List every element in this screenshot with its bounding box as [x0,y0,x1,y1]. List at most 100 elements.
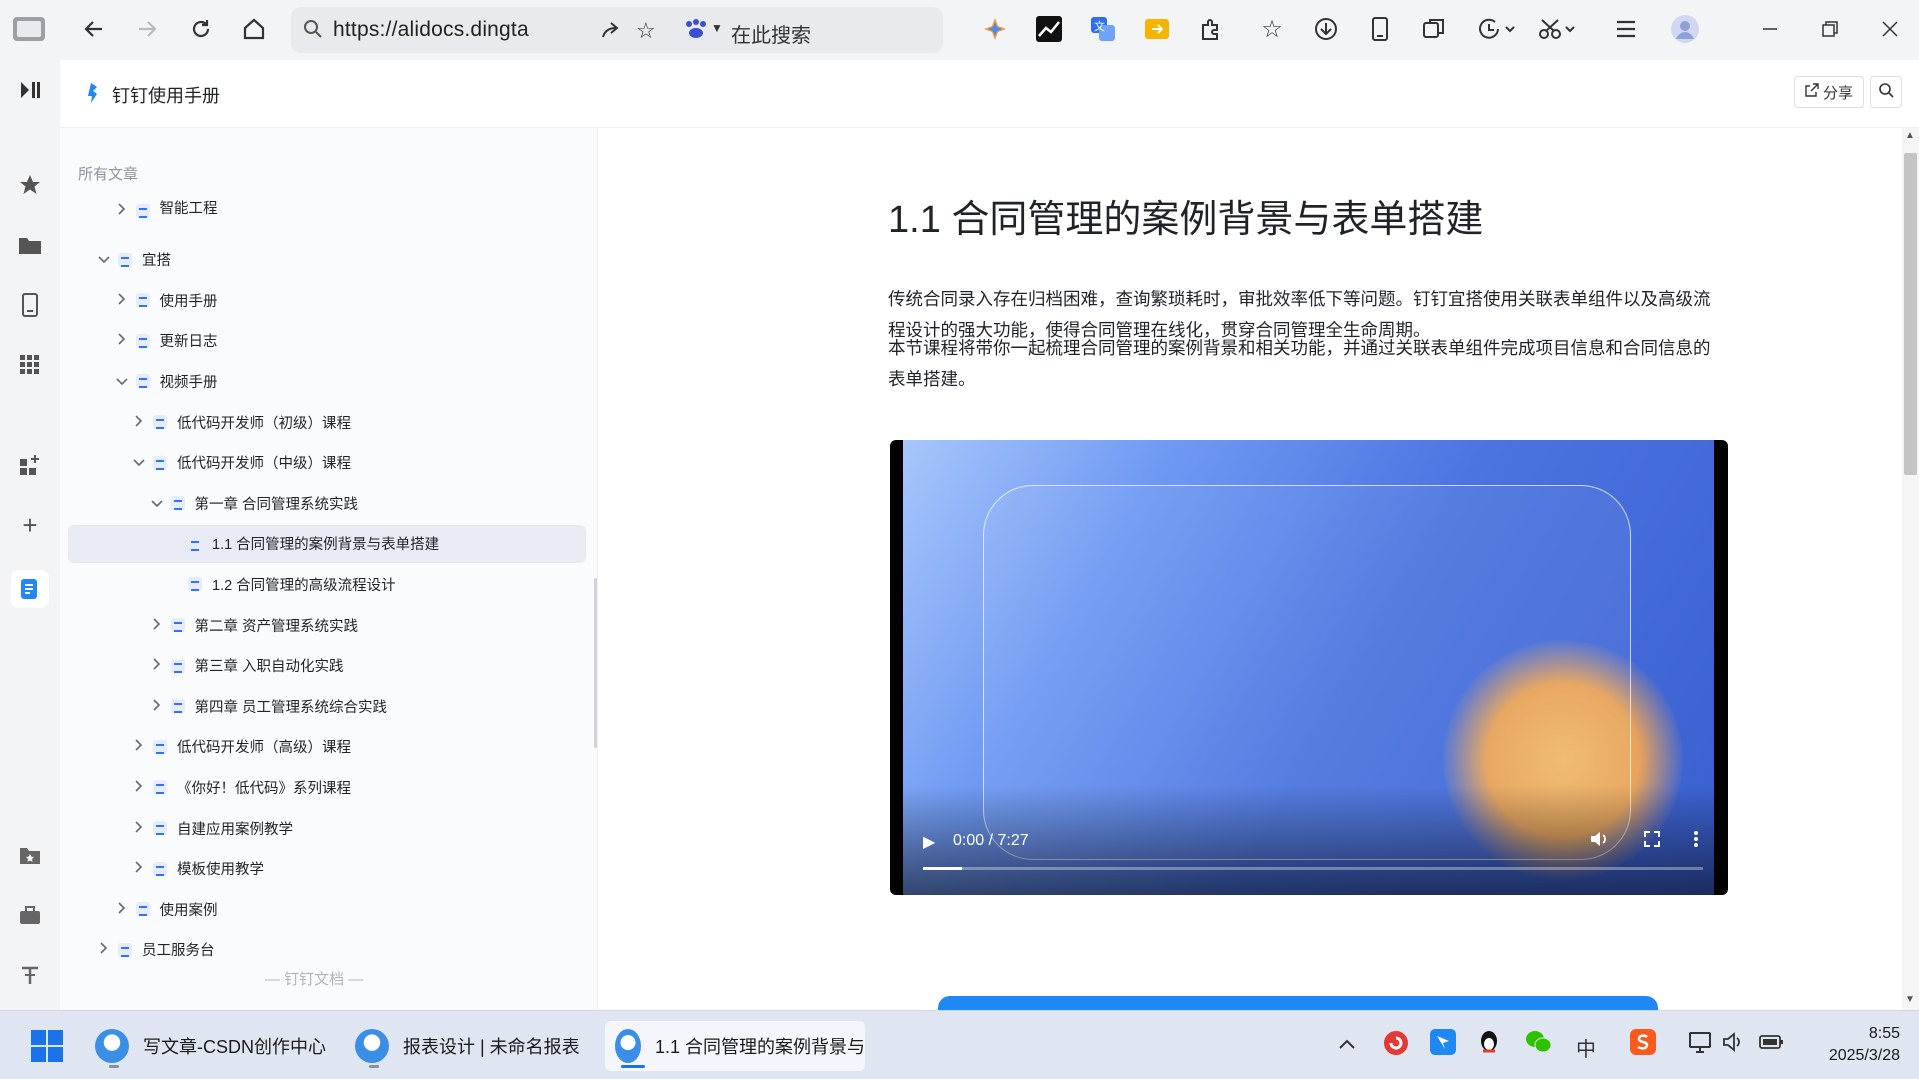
sidebar-toggle-icon[interactable] [15,75,45,105]
nav-item[interactable]: 《你好！低代码》系列课程 [131,768,351,806]
nav-item[interactable]: 视频手册 [114,362,218,400]
tray-red-app-icon[interactable] [1382,1029,1410,1063]
chevron-right-icon[interactable] [149,699,165,714]
nav-item[interactable]: 宜搭 [96,241,171,279]
ai-sparkle-icon[interactable] [978,12,1012,46]
profile-avatar-icon[interactable] [1668,12,1702,46]
baidu-paw-icon[interactable] [683,18,709,45]
tray-qq-icon[interactable] [1477,1029,1501,1063]
chevron-right-icon[interactable] [131,780,147,795]
download-icon[interactable] [1309,12,1343,46]
favorites-icon[interactable] [15,170,45,200]
nav-item[interactable]: 第三章 入职自动化实践 [149,647,344,685]
ime-indicator[interactable]: 中 [1576,1033,1596,1062]
fullscreen-icon[interactable] [1643,830,1661,853]
nav-item[interactable]: 自建应用案例教学 [131,809,293,847]
nav-scrollbar[interactable] [594,578,597,748]
share-button[interactable]: 分享 [1794,76,1864,108]
mobile-icon[interactable] [1363,12,1397,46]
folder-icon[interactable] [15,230,45,260]
share-arrow-icon[interactable] [599,19,621,46]
sync-folder-icon[interactable] [1140,12,1174,46]
chevron-right-icon[interactable] [114,203,130,218]
nav-item[interactable]: 低代码开发师（高级）课程 [131,728,351,766]
taskbar-app-report[interactable]: 报表设计 | 未命名报表 [355,1021,595,1071]
chevron-down-icon[interactable] [96,252,112,267]
address-bar[interactable]: https://alidocs.dingta ☆ ▼ 在此搜索 [291,7,943,53]
tray-wechat-icon[interactable] [1524,1029,1552,1061]
chevron-right-icon[interactable] [149,617,165,633]
nav-item[interactable]: 1.1 合同管理的案例背景与表单搭建 [68,524,586,563]
scroll-down-icon[interactable]: ▼ [1905,994,1915,1005]
apps-grid-icon[interactable] [15,350,45,380]
nav-item[interactable]: 低代码开发师（中级）课程 [131,444,351,482]
tab-windows-icon[interactable] [1417,12,1451,46]
translate-icon[interactable]: 文 [1086,12,1120,46]
chevron-right-icon[interactable] [131,414,147,430]
nav-item[interactable]: 1.2 合同管理的高级流程设计 [166,565,396,603]
chevron-down-icon[interactable] [149,496,165,511]
nav-item[interactable]: 第四章 员工管理系统综合实践 [149,687,387,725]
nav-item[interactable]: 模板使用教学 [131,850,264,888]
add-app-icon[interactable] [15,450,45,480]
briefcase-icon[interactable] [15,900,45,930]
chevron-down-icon[interactable] [131,455,147,470]
chevron-down-icon[interactable] [114,374,130,389]
windows-start-icon[interactable] [30,1029,64,1068]
tray-sogou-icon[interactable] [1630,1029,1656,1061]
home-icon[interactable] [237,12,271,46]
search-engine-dropdown-icon[interactable]: ▼ [711,21,723,35]
chevron-right-icon[interactable] [131,739,147,754]
volume-icon[interactable] [1589,830,1609,853]
chevron-right-icon[interactable] [96,942,112,957]
browser-logo-icon[interactable] [12,12,46,46]
more-options-icon[interactable] [1693,830,1699,853]
doc-title[interactable]: 钉钉使用手册 [112,82,220,108]
extensions-icon[interactable] [1194,12,1228,46]
search-input[interactable]: 在此搜索 [731,19,811,48]
system-clock[interactable]: 8:55 2025/3/28 [1820,1023,1900,1067]
pin-icon[interactable] [15,960,45,990]
phone-icon[interactable] [15,290,45,320]
chevron-right-icon[interactable] [114,333,130,348]
nav-item[interactable]: 智能工程 [114,196,218,218]
plus-icon[interactable]: + [15,510,45,540]
scroll-up-icon[interactable]: ▲ [1905,130,1915,141]
tray-volume-icon[interactable] [1722,1031,1746,1059]
minimize-icon[interactable] [1755,14,1785,44]
video-progress-track[interactable] [923,867,1703,870]
taskbar-app-current[interactable]: 1.1 合同管理的案例背景与 [605,1021,865,1071]
nav-item[interactable]: 更新日志 [114,322,218,360]
screenshot-scissors-icon[interactable] [1535,12,1581,46]
tray-battery-icon[interactable] [1758,1031,1786,1059]
nav-item[interactable]: 使用案例 [114,890,218,928]
restore-icon[interactable] [1815,14,1845,44]
chart-extension-icon[interactable] [1032,12,1066,46]
history-icon[interactable] [1473,12,1519,46]
nav-item[interactable]: 第二章 资产管理系统实践 [149,606,358,644]
doc-search-button[interactable] [1870,76,1902,108]
nav-item[interactable]: 员工服务台 [96,931,215,969]
dingtalk-docs-icon[interactable] [11,570,49,608]
folder-star-icon[interactable] [15,840,45,870]
tray-display-icon[interactable] [1688,1031,1714,1061]
nav-item[interactable]: 第一章 合同管理系统实践 [149,484,358,522]
reload-icon[interactable] [184,12,218,46]
tray-dingtalk-icon[interactable] [1430,1029,1456,1061]
tray-overflow-icon[interactable] [1338,1033,1356,1056]
taskbar-app-csdn[interactable]: 写文章-CSDN创作中心 [95,1021,335,1071]
close-icon[interactable] [1875,14,1905,44]
chevron-right-icon[interactable] [149,658,165,673]
nav-item[interactable]: 使用手册 [114,281,218,319]
back-icon[interactable] [77,12,111,46]
chevron-right-icon[interactable] [131,861,147,876]
chevron-right-icon[interactable] [114,902,130,917]
video-player[interactable]: ▶ 0:00 / 7:27 [890,440,1728,895]
article-scrollbar-thumb[interactable] [1904,153,1917,475]
play-icon[interactable]: ▶ [923,832,935,852]
menu-icon[interactable] [1609,12,1643,46]
nav-item[interactable]: 低代码开发师（初级）课程 [131,403,351,441]
chevron-right-icon[interactable] [114,293,130,308]
url-text[interactable]: https://alidocs.dingta [333,18,529,42]
favorites-star-icon[interactable]: ☆ [1255,12,1289,46]
